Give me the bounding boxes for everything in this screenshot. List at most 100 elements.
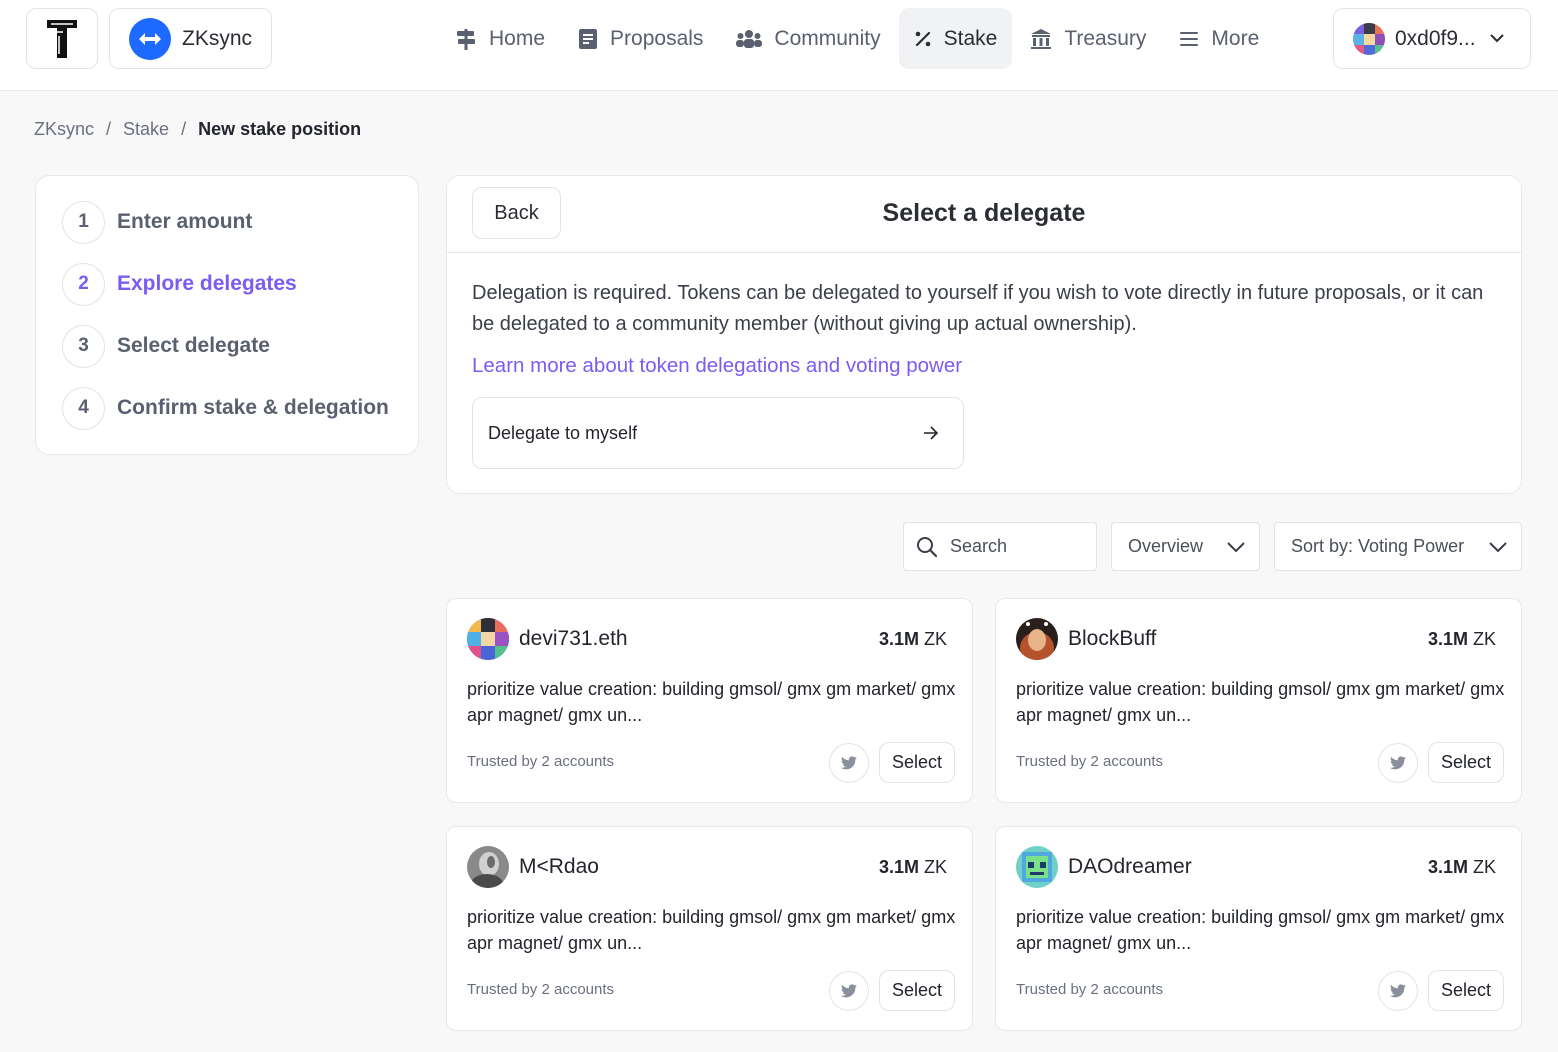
breadcrumb-dao-link[interactable]: ZKsync <box>34 119 94 140</box>
nav-proposals-label: Proposals <box>610 26 704 50</box>
voting-power-unit: ZK <box>923 629 947 649</box>
delegate-card: DAOdreamer 3.1M ZK prioritize value crea… <box>995 826 1522 1031</box>
wallet-address: 0xd0f9... <box>1395 26 1476 50</box>
top-header: ZKsync Home Proposals Community Stake Tr… <box>0 0 1558 91</box>
delegate-card: devi731.eth 3.1M ZK prioritize value cre… <box>446 598 973 803</box>
search-icon <box>917 536 938 557</box>
delegate-avatar <box>467 846 509 888</box>
nav-community-label: Community <box>774 26 881 50</box>
document-icon <box>579 28 598 49</box>
delegation-description: Delegation is required. Tokens can be de… <box>472 282 1484 335</box>
chevron-down-icon <box>1489 34 1504 43</box>
step-enter-amount: 1 Enter amount <box>62 200 418 244</box>
delegate-to-myself-label: Delegate to myself <box>488 422 638 443</box>
delegate-to-myself-button[interactable]: Delegate to myself <box>472 397 964 469</box>
nav-more[interactable]: More <box>1164 8 1274 69</box>
delegate-avatar <box>467 618 509 660</box>
step-confirm: 4 Confirm stake & delegation <box>62 386 418 430</box>
nav-treasury[interactable]: Treasury <box>1015 8 1161 69</box>
delegate-voting-power: 3.1M ZK <box>1428 629 1496 650</box>
step-select-delegate: 3 Select delegate <box>62 324 418 368</box>
twitter-button[interactable] <box>829 971 869 1011</box>
twitter-icon <box>1390 984 1406 998</box>
sort-select[interactable]: Sort by: Voting Power <box>1274 522 1522 571</box>
select-delegate-button[interactable]: Select <box>1428 742 1504 783</box>
nav-more-label: More <box>1211 26 1260 50</box>
delegate-trusted-count: Trusted by 2 accounts <box>1016 981 1164 998</box>
main-nav: Home Proposals Community Stake Treasury … <box>440 8 1277 69</box>
nav-stake[interactable]: Stake <box>898 8 1013 69</box>
nav-stake-label: Stake <box>943 26 998 50</box>
nav-proposals[interactable]: Proposals <box>563 8 718 69</box>
delegate-statement: prioritize value creation: building gmso… <box>467 679 956 725</box>
step-number: 2 <box>62 262 105 306</box>
voting-power-value: 3.1M <box>878 857 919 877</box>
delegate-name[interactable]: M<Rdao <box>519 855 599 879</box>
learn-more-link[interactable]: Learn more about token delegations and v… <box>472 354 962 378</box>
chevron-down-icon <box>1489 541 1507 552</box>
select-delegate-button[interactable]: Select <box>879 742 955 783</box>
search-input[interactable]: Search <box>903 522 1097 571</box>
select-delegate-card: Back Select a delegate Delegation is req… <box>446 175 1522 494</box>
delegate-voting-power: 3.1M ZK <box>879 857 947 878</box>
bank-icon <box>1031 28 1052 49</box>
delegate-name[interactable]: BlockBuff <box>1068 627 1156 651</box>
page-title: Select a delegate <box>882 199 1086 227</box>
breadcrumb-stake-link[interactable]: Stake <box>123 119 169 140</box>
delegate-trusted-count: Trusted by 2 accounts <box>1016 753 1164 770</box>
select-delegate-button[interactable]: Select <box>1428 970 1504 1011</box>
signpost-icon <box>457 28 475 50</box>
nav-community[interactable]: Community <box>721 8 895 69</box>
view-select-value: Overview <box>1128 536 1204 556</box>
twitter-icon <box>841 984 857 998</box>
delegate-avatar <box>1016 846 1058 888</box>
voting-power-unit: ZK <box>1472 857 1496 877</box>
tally-logo-icon <box>47 19 77 58</box>
delegate-statement: prioritize value creation: building gmso… <box>1016 679 1505 725</box>
step-number: 3 <box>62 324 105 368</box>
zksync-logo-icon <box>129 17 171 60</box>
delegate-name[interactable]: devi731.eth <box>519 627 628 651</box>
dao-selector[interactable]: ZKsync <box>109 8 272 69</box>
delegate-voting-power: 3.1M ZK <box>1428 857 1496 878</box>
nav-treasury-label: Treasury <box>1064 26 1147 50</box>
stake-steps: 1 Enter amount 2 Explore delegates 3 Sel… <box>35 175 419 455</box>
step-label: Explore delegates <box>117 272 297 295</box>
delegate-statement: prioritize value creation: building gmso… <box>467 907 956 953</box>
card-header: Back Select a delegate <box>447 176 1521 253</box>
twitter-button[interactable] <box>829 743 869 783</box>
select-delegate-button[interactable]: Select <box>879 970 955 1011</box>
nav-home[interactable]: Home <box>440 8 560 69</box>
voting-power-value: 3.1M <box>1427 629 1468 649</box>
breadcrumb: ZKsync / Stake / New stake position <box>34 119 361 140</box>
view-select[interactable]: Overview <box>1111 522 1260 571</box>
app-logo-button[interactable] <box>26 8 98 69</box>
step-number: 1 <box>62 200 105 244</box>
wallet-menu-button[interactable]: 0xd0f9... <box>1333 8 1531 69</box>
dao-name: ZKsync <box>182 26 253 50</box>
menu-icon <box>1180 31 1199 46</box>
delegate-name[interactable]: DAOdreamer <box>1068 855 1192 879</box>
breadcrumb-separator: / <box>106 119 112 139</box>
twitter-button[interactable] <box>1378 743 1418 783</box>
delegate-card: M<Rdao 3.1M ZK prioritize value creation… <box>446 826 973 1031</box>
chevron-down-icon <box>1227 541 1245 552</box>
twitter-button[interactable] <box>1378 971 1418 1011</box>
voting-power-unit: ZK <box>923 857 947 877</box>
nav-home-label: Home <box>489 26 546 50</box>
step-explore-delegates: 2 Explore delegates <box>62 262 418 306</box>
delegate-trusted-count: Trusted by 2 accounts <box>467 753 615 770</box>
search-placeholder: Search <box>950 536 1008 556</box>
wallet-avatar <box>1353 22 1385 55</box>
breadcrumb-separator: / <box>181 119 187 139</box>
breadcrumb-current: New stake position <box>198 119 362 139</box>
twitter-icon <box>1390 756 1406 770</box>
delegate-voting-power: 3.1M ZK <box>879 629 947 650</box>
voting-power-value: 3.1M <box>878 629 919 649</box>
step-label: Confirm stake & delegation <box>117 396 389 419</box>
voting-power-value: 3.1M <box>1427 857 1468 877</box>
delegate-trusted-count: Trusted by 2 accounts <box>467 981 615 998</box>
step-number: 4 <box>62 386 105 430</box>
delegate-card: BlockBuff 3.1M ZK prioritize value creat… <box>995 598 1522 803</box>
delegate-statement: prioritize value creation: building gmso… <box>1016 907 1505 953</box>
